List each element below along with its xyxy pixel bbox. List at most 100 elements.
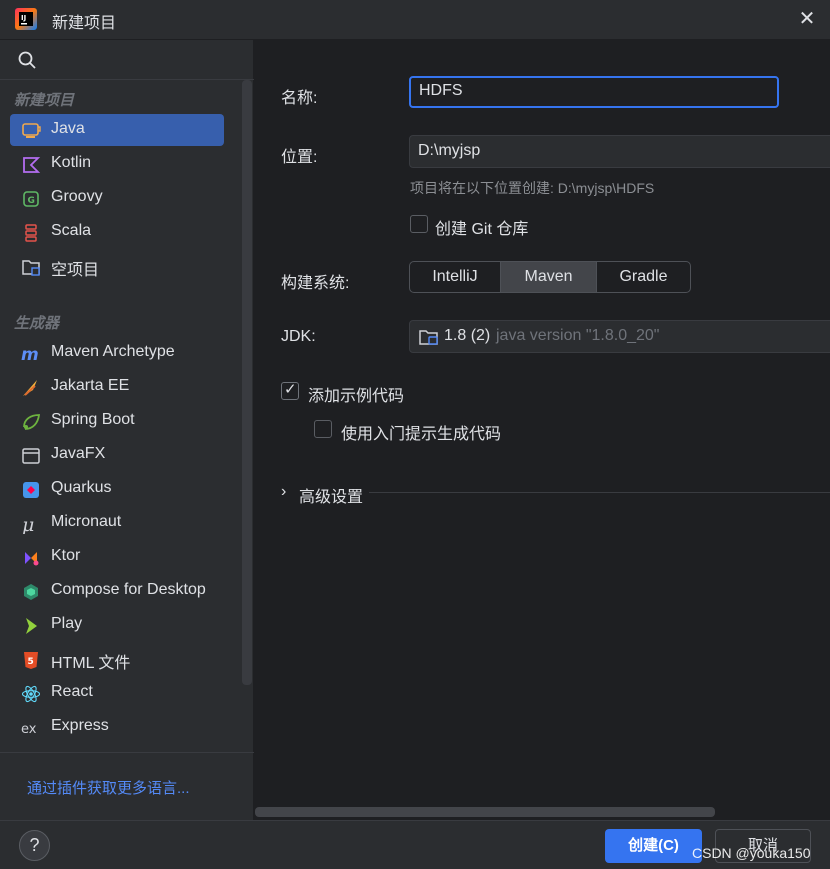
onboarding-tips-checkbox[interactable]: [314, 420, 332, 438]
javafx-icon: [22, 448, 40, 464]
sidebar-item-play[interactable]: Play: [10, 609, 224, 641]
build-option-maven[interactable]: Maven: [501, 262, 597, 292]
sidebar-item-label: HTML 文件: [51, 655, 131, 672]
sidebar-item-label: React: [51, 683, 93, 700]
add-sample-code-label: 添加示例代码: [308, 388, 405, 405]
create-git-repo-checkbox[interactable]: [410, 215, 428, 233]
sidebar-item-javafx[interactable]: JavaFX: [10, 439, 224, 471]
sidebar-item-label: JavaFX: [51, 445, 106, 462]
groovy-icon: G: [23, 191, 39, 207]
sidebar-item-react[interactable]: React: [10, 677, 224, 709]
jdk-description: java version "1.8.0_20": [496, 327, 660, 344]
sidebar-item-micronaut[interactable]: μ Micronaut: [10, 507, 224, 539]
sidebar-item-express[interactable]: ex Express: [10, 711, 224, 743]
chevron-right-icon: ›: [281, 483, 287, 500]
jdk-folder-icon: [419, 330, 438, 345]
create-git-repo-label: 创建 Git 仓库: [435, 221, 529, 238]
build-system-label: 构建系统:: [281, 275, 350, 292]
sidebar-item-java[interactable]: Java: [10, 114, 224, 146]
sidebar-item-label: Maven Archetype: [51, 343, 175, 360]
horizontal-scrollbar[interactable]: [255, 807, 715, 817]
ktor-icon: [25, 552, 39, 566]
build-system-selector: IntelliJ Maven Gradle: [409, 261, 691, 293]
sidebar-item-spring-boot[interactable]: Spring Boot: [10, 405, 224, 437]
window-title: 新建项目: [52, 15, 117, 32]
svg-text:G: G: [28, 196, 35, 206]
location-label: 位置:: [281, 149, 318, 166]
sidebar-item-label: Groovy: [51, 188, 103, 205]
project-type-sidebar: 新建项目 Java Kotlin G Groovy Scala 空项目 生成器 …: [0, 40, 254, 820]
build-option-gradle[interactable]: Gradle: [597, 262, 690, 292]
jakarta-ee-icon: [23, 380, 37, 396]
jdk-version: 1.8 (2): [444, 327, 491, 344]
sidebar-item-label: Quarkus: [51, 479, 112, 496]
project-name-input[interactable]: HDFS: [409, 76, 779, 108]
play-icon: [26, 618, 37, 634]
dialog-footer: ? 创建(C) 取消 CSDN @youka150: [0, 820, 830, 869]
sidebar-item-label: Spring Boot: [51, 411, 135, 428]
location-hint: 项目将在以下位置创建: D:\myjsp\HDFS: [410, 180, 655, 196]
svg-text:ex: ex: [21, 722, 37, 737]
sidebar-item-html-file[interactable]: 5 HTML 文件: [10, 643, 224, 675]
svg-text:5: 5: [28, 657, 34, 667]
sidebar-item-compose-for-desktop[interactable]: Compose for Desktop: [10, 575, 224, 607]
project-location-input[interactable]: D:\myjsp: [409, 135, 830, 168]
sidebar-item-jakarta-ee[interactable]: Jakarta EE: [10, 371, 224, 403]
sidebar-scrollbar[interactable]: [242, 80, 252, 685]
scala-icon: [25, 224, 37, 242]
sidebar-item-label: Micronaut: [51, 513, 122, 530]
kotlin-icon: [23, 157, 41, 173]
sidebar-item-label: Ktor: [51, 547, 81, 564]
compose-icon: [24, 584, 38, 600]
html5-icon: 5: [24, 652, 38, 669]
sidebar-item-maven-archetype[interactable]: m Maven Archetype: [10, 337, 224, 369]
svg-text:IJ: IJ: [21, 14, 26, 22]
close-icon[interactable]: ✕: [794, 6, 820, 32]
sidebar-item-empty-project[interactable]: 空项目: [10, 250, 224, 282]
empty-project-icon: [22, 260, 40, 276]
sidebar-item-scala[interactable]: Scala: [10, 216, 224, 248]
sidebar-item-quarkus[interactable]: Quarkus: [10, 473, 224, 505]
get-more-languages-link[interactable]: 通过插件获取更多语言...: [27, 777, 190, 798]
sidebar-item-label: Scala: [51, 222, 92, 239]
svg-text:m: m: [21, 345, 39, 364]
maven-icon: m: [21, 345, 39, 364]
checkmark-icon: ✓: [284, 381, 297, 398]
react-icon: [21, 685, 41, 703]
micronaut-icon: μ: [22, 514, 34, 534]
sidebar-item-label: Play: [51, 615, 83, 632]
title-bar: IJ 新建项目 ✕: [0, 0, 830, 40]
add-sample-code-checkbox[interactable]: ✓: [281, 381, 299, 400]
advanced-settings-toggle[interactable]: › 高级设置: [281, 481, 830, 506]
advanced-divider: [369, 492, 830, 493]
sidebar-item-label: Compose for Desktop: [51, 581, 206, 598]
sidebar-item-label: 空项目: [51, 262, 100, 279]
name-label: 名称:: [281, 90, 318, 107]
sidebar-item-ktor[interactable]: Ktor: [10, 541, 224, 573]
project-settings-panel: 名称: HDFS 位置: D:\myjsp 项目将在以下位置创建: D:\myj…: [255, 40, 830, 820]
sidebar-item-kotlin[interactable]: Kotlin: [10, 148, 224, 180]
intellij-logo-icon: IJ: [15, 8, 37, 30]
java-icon: [22, 123, 41, 138]
sidebar-item-label: Kotlin: [51, 154, 92, 171]
section-generators: 生成器: [14, 315, 60, 332]
build-option-intellij[interactable]: IntelliJ: [410, 262, 501, 292]
quarkus-icon: [23, 482, 39, 498]
sidebar-search[interactable]: [0, 40, 254, 80]
sidebar-divider: [0, 752, 254, 753]
sidebar-item-groovy[interactable]: G Groovy: [10, 182, 224, 214]
sidebar-item-label: Java: [51, 120, 85, 137]
onboarding-tips-label: 使用入门提示生成代码: [341, 426, 502, 443]
sidebar-item-label: Express: [51, 717, 109, 734]
jdk-label: JDK:: [281, 328, 316, 345]
sidebar-item-label: Jakarta EE: [51, 377, 130, 394]
search-icon[interactable]: [17, 50, 37, 70]
help-button[interactable]: ?: [19, 830, 50, 861]
section-new-project: 新建项目: [14, 92, 75, 109]
jdk-select[interactable]: 1.8 (2) java version "1.8.0_20": [409, 320, 830, 353]
watermark: CSDN @youka150: [692, 845, 811, 861]
create-button[interactable]: 创建(C): [605, 829, 702, 863]
svg-text:μ: μ: [22, 514, 34, 534]
spring-boot-icon: [23, 414, 41, 430]
express-icon: ex: [21, 722, 37, 737]
